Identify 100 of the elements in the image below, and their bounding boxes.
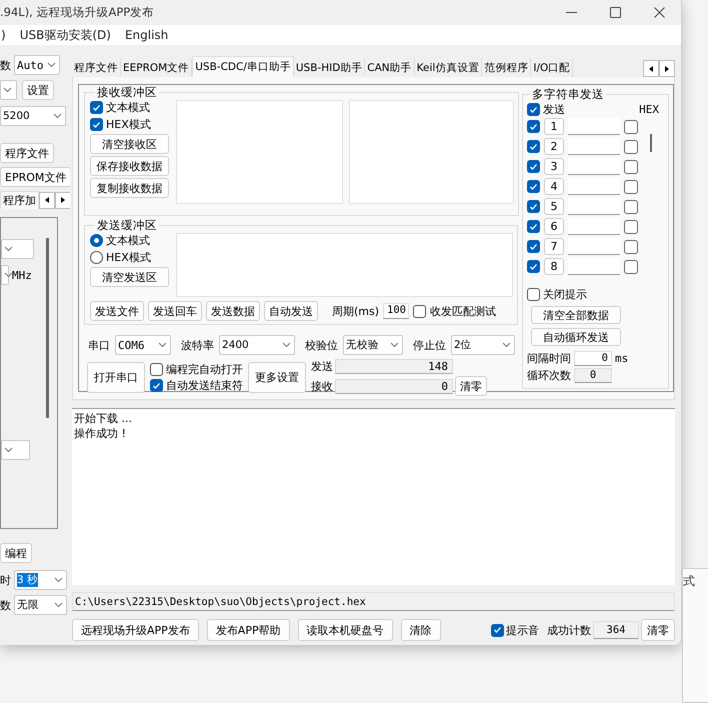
button[interactable]: 自动发送 — [264, 301, 318, 321]
string-field[interactable] — [568, 138, 620, 155]
tab[interactable]: Keil仿真设置 — [414, 58, 482, 77]
send-string-button[interactable]: 4 — [544, 178, 564, 195]
hex-checkbox[interactable] — [624, 200, 638, 214]
hex-checkbox[interactable] — [624, 220, 638, 234]
tab[interactable]: USB-HID助手 — [294, 58, 366, 77]
scrollbar[interactable] — [650, 134, 652, 152]
hex-checkbox[interactable] — [624, 240, 638, 254]
send-string-button[interactable]: 5 — [544, 198, 564, 215]
button[interactable]: 发布APP帮助 — [206, 619, 290, 641]
string-field[interactable] — [568, 198, 620, 215]
string-field[interactable] — [568, 158, 620, 175]
scroll-left-icon[interactable] — [643, 60, 659, 77]
dropdown[interactable]: Auto — [14, 55, 60, 75]
dropdown[interactable] — [0, 80, 17, 100]
send-string-button[interactable]: 3 — [544, 158, 564, 175]
caret-icon — [502, 342, 511, 348]
button[interactable]: 远程现场升级APP发布 — [72, 619, 199, 641]
checkbox[interactable] — [491, 624, 504, 636]
string-field[interactable] — [568, 258, 620, 275]
hex-checkbox[interactable] — [624, 160, 638, 174]
menu-item[interactable]: USB驱动安装(D) — [20, 26, 111, 44]
button[interactable]: 清除 — [400, 619, 441, 641]
more-settings-button[interactable]: 更多设置 — [248, 362, 306, 393]
scrollbar[interactable] — [46, 238, 49, 418]
tab[interactable]: 程序加 — [0, 191, 39, 209]
dropdown[interactable]: 无校验 — [343, 335, 403, 355]
column-label: HEX — [639, 103, 659, 116]
string-field[interactable] — [568, 218, 620, 235]
checkbox-label: 文本模式 — [106, 100, 150, 115]
menu-item[interactable]: ) — [1, 28, 6, 42]
tab[interactable]: I/O口配 — [531, 58, 574, 77]
close-icon[interactable] — [654, 7, 664, 18]
hex-checkbox[interactable] — [624, 260, 638, 274]
scroll-right-icon[interactable] — [659, 60, 675, 77]
checkbox[interactable] — [527, 160, 540, 173]
checkbox[interactable] — [527, 120, 540, 133]
send-string-button[interactable]: 1 — [544, 118, 564, 135]
send-string-button[interactable]: 6 — [544, 218, 564, 235]
dropdown[interactable]: 2位 — [451, 335, 515, 355]
dropdown[interactable]: 2400 — [219, 335, 295, 355]
checkbox[interactable] — [413, 304, 426, 318]
button[interactable]: 清空全部数据 — [531, 306, 621, 324]
string-field[interactable] — [568, 238, 620, 255]
checkbox[interactable] — [150, 379, 163, 392]
checkbox[interactable] — [90, 118, 103, 131]
hex-checkbox[interactable] — [624, 140, 638, 154]
button[interactable]: 发送回车 — [148, 301, 202, 321]
checkbox[interactable] — [527, 220, 540, 233]
open-port-button[interactable]: 打开串口 — [87, 362, 145, 393]
checkbox[interactable] — [527, 240, 540, 253]
scroll-right-icon[interactable] — [55, 192, 70, 208]
checkbox[interactable] — [527, 103, 540, 116]
checkbox[interactable] — [150, 363, 163, 376]
hex-checkbox[interactable] — [624, 120, 638, 134]
checkbox[interactable] — [527, 180, 540, 193]
hex-checkbox[interactable] — [624, 180, 638, 194]
radio-button[interactable] — [90, 251, 103, 264]
dropdown[interactable]: 3 秒 — [14, 570, 67, 590]
string-field[interactable] — [568, 178, 620, 195]
dropdown[interactable]: 5200 — [0, 106, 66, 126]
minimize-icon[interactable] — [566, 12, 576, 14]
menu-item[interactable]: English — [124, 28, 168, 42]
button[interactable]: 清空接收区 — [90, 134, 169, 154]
button[interactable]: 读取本机硬盘号 — [298, 619, 393, 641]
tab[interactable]: 程序文件 — [72, 58, 121, 77]
dropdown[interactable]: 无限 — [14, 595, 67, 615]
open-file-button[interactable]: EPROM文件 — [0, 167, 70, 187]
checkbox[interactable] — [527, 288, 540, 301]
button[interactable]: 保存接收数据 — [90, 156, 169, 176]
button[interactable]: 发送文件 — [90, 301, 144, 321]
button[interactable]: 自动循环发送 — [531, 328, 621, 346]
checkbox-label: 提示音 — [506, 622, 539, 638]
scroll-left-icon[interactable] — [39, 192, 55, 208]
checkbox[interactable] — [527, 200, 540, 213]
send-string-button[interactable]: 8 — [544, 258, 564, 275]
program-button[interactable]: 编程 — [0, 543, 32, 563]
button[interactable]: 复制接收数据 — [90, 178, 169, 198]
send-string-button[interactable]: 7 — [544, 238, 564, 255]
checkbox[interactable] — [527, 140, 540, 153]
tab[interactable]: EEPROM文件 — [121, 58, 192, 77]
maximize-icon[interactable] — [610, 7, 620, 18]
button[interactable]: 发送数据 — [206, 301, 260, 321]
settings-button[interactable]: 设置 — [22, 80, 54, 100]
string-field[interactable] — [568, 118, 620, 135]
checkbox[interactable] — [527, 260, 540, 273]
send-string-button[interactable]: 2 — [544, 138, 564, 155]
checkbox[interactable] — [90, 101, 103, 114]
period-field[interactable]: 100 — [383, 303, 410, 319]
dropdown[interactable]: COM6 — [115, 335, 171, 355]
reset-button[interactable]: 清零 — [455, 376, 487, 396]
radio-button[interactable] — [90, 234, 103, 247]
button[interactable]: 清空发送区 — [90, 267, 169, 287]
reset-button[interactable]: 清零 — [641, 619, 675, 641]
interval-field[interactable]: 0 — [574, 351, 612, 366]
tab[interactable]: USB-CDC/串口助手 — [192, 56, 294, 77]
open-file-button[interactable]: 程序文件 — [0, 143, 54, 163]
tab[interactable]: CAN助手 — [365, 58, 415, 77]
tab[interactable]: 范例程序 — [482, 58, 532, 77]
